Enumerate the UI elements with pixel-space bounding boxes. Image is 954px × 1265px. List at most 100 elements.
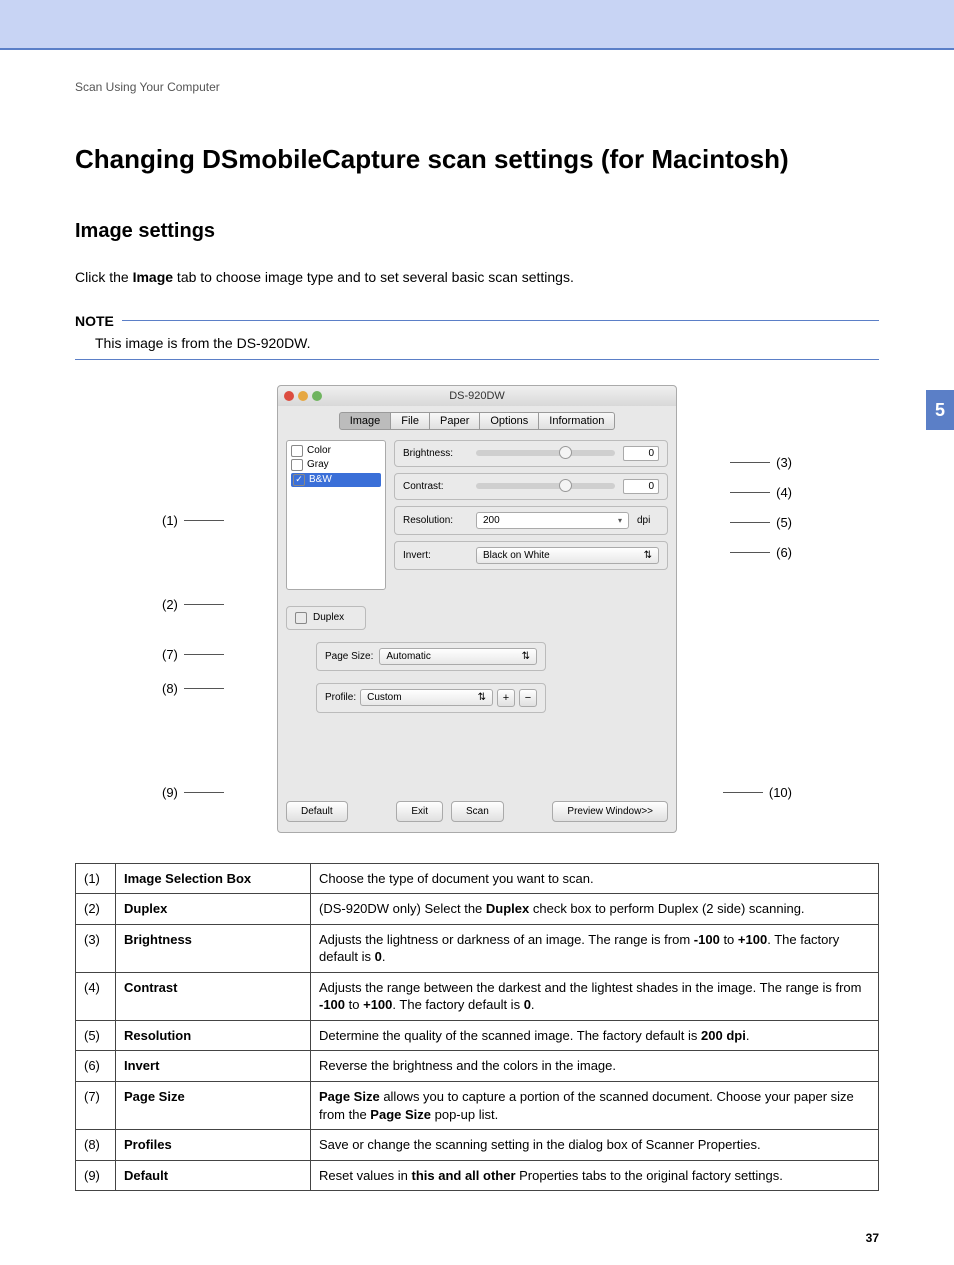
profile-remove-button[interactable]: − xyxy=(519,689,537,707)
table-term: Resolution xyxy=(116,1020,311,1051)
image-sel-bw[interactable]: ✓ B&W xyxy=(291,473,381,487)
invert-popup[interactable]: Black on White ⇅ xyxy=(476,547,659,564)
brightness-slider[interactable] xyxy=(476,450,615,456)
intro-post: tab to choose image type and to set seve… xyxy=(173,269,574,285)
default-button[interactable]: Default xyxy=(286,801,348,822)
brightness-row: Brightness: 0 xyxy=(394,440,668,467)
resolution-unit: dpi xyxy=(637,515,659,526)
table-term: Brightness xyxy=(116,924,311,972)
contrast-value[interactable]: 0 xyxy=(623,479,659,494)
exit-button[interactable]: Exit xyxy=(396,801,443,822)
page-title: Changing DSmobileCapture scan settings (… xyxy=(75,144,879,175)
image-sel-color[interactable]: Color xyxy=(291,445,381,457)
invert-row: Invert: Black on White ⇅ xyxy=(394,541,668,570)
action-bar: Default Exit Scan Preview Window>> xyxy=(278,791,676,832)
contrast-label: Contrast: xyxy=(403,481,468,492)
resolution-row: Resolution: 200 ▾ dpi xyxy=(394,506,668,535)
callout-9: (9) xyxy=(162,785,224,800)
image-sel-label: B&W xyxy=(309,474,332,485)
mac-window: DS-920DW Image File Paper Options Inform… xyxy=(277,385,677,833)
updown-icon: ⇅ xyxy=(478,692,486,703)
table-desc: Page Size allows you to capture a portio… xyxy=(311,1081,879,1129)
contrast-slider[interactable] xyxy=(476,483,615,489)
intro-pre: Click the xyxy=(75,269,133,285)
note-footer-line xyxy=(75,359,879,360)
page-number: 37 xyxy=(75,1231,879,1245)
slider-thumb[interactable] xyxy=(559,446,572,459)
callout-5: (5) xyxy=(730,515,792,530)
scan-button[interactable]: Scan xyxy=(451,801,504,822)
section-title: Image settings xyxy=(75,220,879,243)
note-header-line xyxy=(122,320,879,321)
checkbox-duplex[interactable] xyxy=(295,612,307,624)
profile-label: Profile: xyxy=(325,692,356,703)
tab-information[interactable]: Information xyxy=(538,412,615,430)
contrast-row: Contrast: 0 xyxy=(394,473,668,500)
callout-2: (2) xyxy=(162,597,224,612)
profile-row: Profile: Custom ⇅ + − xyxy=(316,683,546,713)
profile-add-button[interactable]: + xyxy=(497,689,515,707)
tab-paper[interactable]: Paper xyxy=(429,412,480,430)
table-term: Profiles xyxy=(116,1130,311,1161)
callout-4: (4) xyxy=(730,485,792,500)
image-sel-gray[interactable]: Gray xyxy=(291,459,381,471)
table-num: (8) xyxy=(76,1130,116,1161)
callout-7: (7) xyxy=(162,647,224,662)
profile-popup[interactable]: Custom ⇅ xyxy=(360,689,493,706)
table-row: (7)Page SizePage Size allows you to capt… xyxy=(76,1081,879,1129)
tab-file[interactable]: File xyxy=(390,412,430,430)
note-label: NOTE xyxy=(75,313,122,329)
table-row: (2)Duplex(DS-920DW only) Select the Dupl… xyxy=(76,894,879,925)
note-block: NOTE This image is from the DS-920DW. xyxy=(75,313,879,360)
top-accent-bar xyxy=(0,0,954,48)
checkbox-bw[interactable]: ✓ xyxy=(293,474,305,486)
breadcrumb: Scan Using Your Computer xyxy=(75,80,879,94)
tab-image[interactable]: Image xyxy=(339,412,392,430)
image-selection-box[interactable]: Color Gray ✓ B&W xyxy=(286,440,386,590)
brightness-value[interactable]: 0 xyxy=(623,446,659,461)
duplex-label: Duplex xyxy=(313,612,344,623)
callout-8: (8) xyxy=(162,681,224,696)
description-table: (1)Image Selection BoxChoose the type of… xyxy=(75,863,879,1192)
table-row: (4)ContrastAdjusts the range between the… xyxy=(76,972,879,1020)
resolution-label: Resolution: xyxy=(403,515,468,526)
checkbox-gray[interactable] xyxy=(291,459,303,471)
table-desc: Save or change the scanning setting in t… xyxy=(311,1130,879,1161)
table-row: (3)BrightnessAdjusts the lightness or da… xyxy=(76,924,879,972)
table-num: (7) xyxy=(76,1081,116,1129)
table-desc: Choose the type of document you want to … xyxy=(311,863,879,894)
table-num: (6) xyxy=(76,1051,116,1082)
intro-bold: Image xyxy=(133,269,173,285)
note-text: This image is from the DS-920DW. xyxy=(75,335,879,351)
table-term: Contrast xyxy=(116,972,311,1020)
callout-10: (10) xyxy=(723,785,792,800)
image-sel-label: Gray xyxy=(307,459,329,470)
page-size-popup[interactable]: Automatic ⇅ xyxy=(379,648,537,665)
duplex-checkbox-box[interactable]: Duplex xyxy=(286,606,366,630)
callout-3: (3) xyxy=(730,455,792,470)
updown-icon: ⇅ xyxy=(522,651,530,662)
profile-value: Custom xyxy=(367,692,401,703)
preview-window-button[interactable]: Preview Window>> xyxy=(552,801,668,822)
table-desc: Reset values in this and all other Prope… xyxy=(311,1160,879,1191)
tab-options[interactable]: Options xyxy=(479,412,539,430)
window-title: DS-920DW xyxy=(278,390,676,402)
resolution-combo[interactable]: 200 ▾ xyxy=(476,512,629,529)
table-row: (8)ProfilesSave or change the scanning s… xyxy=(76,1130,879,1161)
slider-thumb[interactable] xyxy=(559,479,572,492)
table-desc: Adjusts the range between the darkest an… xyxy=(311,972,879,1020)
checkbox-color[interactable] xyxy=(291,445,303,457)
resolution-value: 200 xyxy=(483,515,500,526)
table-desc: Adjusts the lightness or darkness of an … xyxy=(311,924,879,972)
table-num: (2) xyxy=(76,894,116,925)
invert-label: Invert: xyxy=(403,550,468,561)
brightness-label: Brightness: xyxy=(403,448,468,459)
table-num: (4) xyxy=(76,972,116,1020)
table-num: (1) xyxy=(76,863,116,894)
table-num: (9) xyxy=(76,1160,116,1191)
callout-6: (6) xyxy=(730,545,792,560)
table-term: Default xyxy=(116,1160,311,1191)
page-size-row: Page Size: Automatic ⇅ xyxy=(316,642,546,671)
table-num: (5) xyxy=(76,1020,116,1051)
page-size-value: Automatic xyxy=(386,651,430,662)
